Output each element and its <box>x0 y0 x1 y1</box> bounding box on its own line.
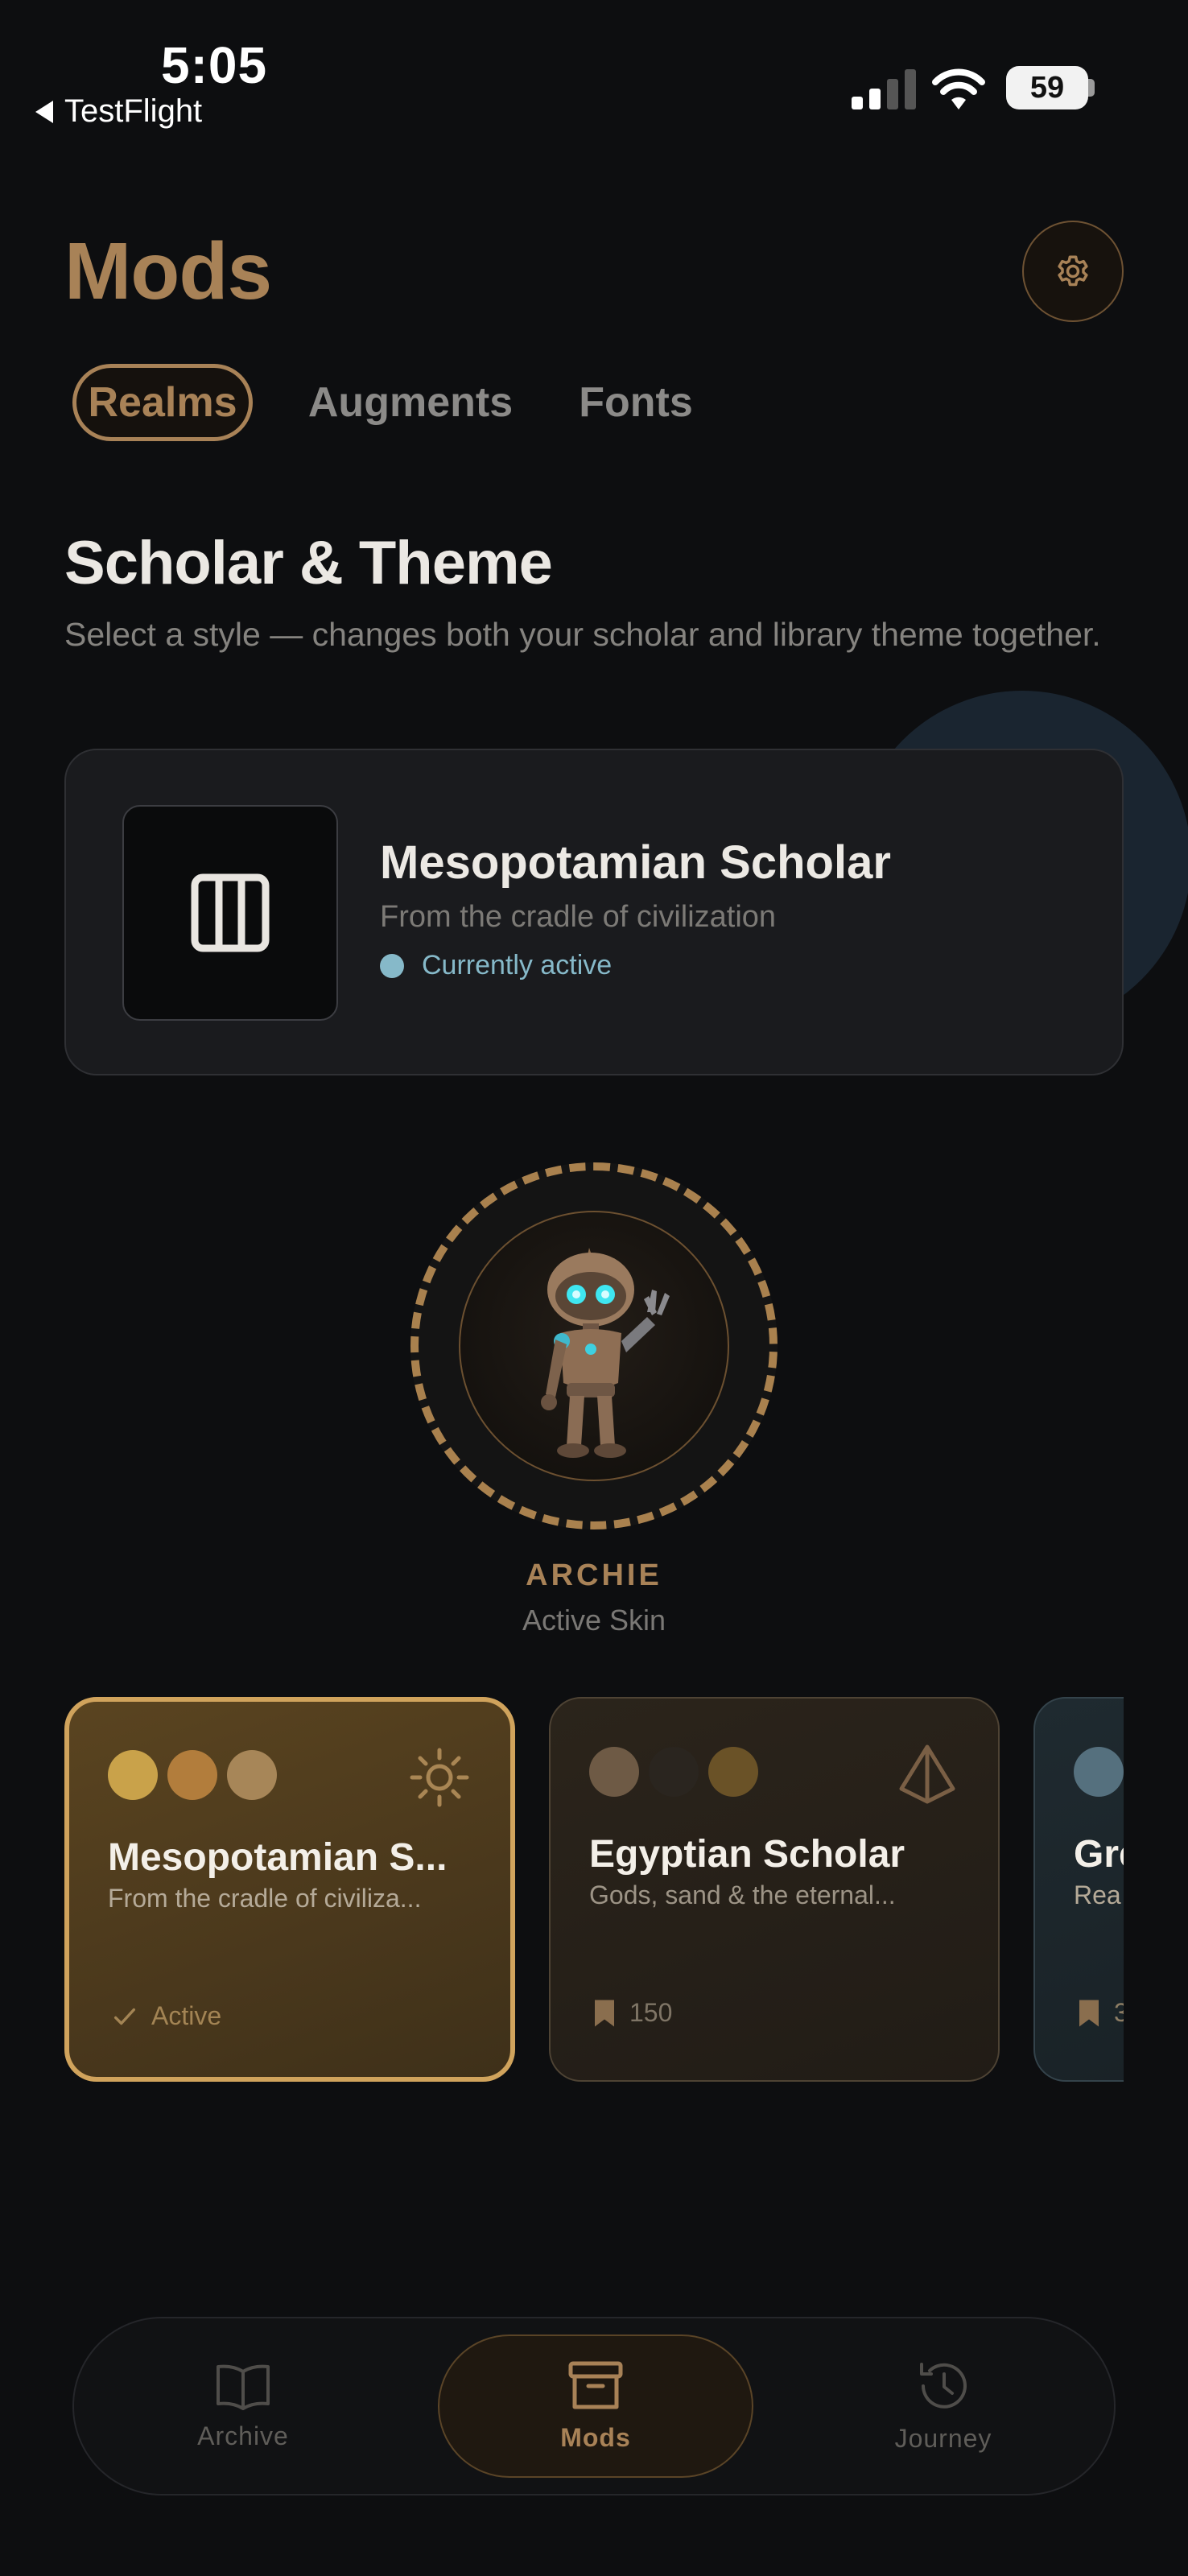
skin-card-mesopotamian[interactable]: Mesopotamian S... From the cradle of civ… <box>64 1697 515 2082</box>
section-title: Scholar & Theme <box>64 529 553 597</box>
skin-cost: 150 <box>592 1998 672 2028</box>
tab-augments[interactable]: Augments <box>298 364 523 441</box>
skin-carousel[interactable]: Mesopotamian S... From the cradle of civ… <box>64 1697 1124 2085</box>
avatar-subtitle: Active Skin <box>522 1604 666 1637</box>
checkmark-icon <box>113 2008 136 2025</box>
active-status-dot <box>380 953 404 978</box>
palette-dot <box>167 1750 217 1800</box>
skin-cost-label: 150 <box>629 1998 673 2027</box>
palette-dot <box>589 1747 639 1797</box>
skin-title: Egyptian Scholar <box>589 1833 905 1876</box>
avatar <box>459 1211 729 1481</box>
nav-archive-label: Archive <box>197 2421 289 2450</box>
sun-icon <box>410 1748 469 1807</box>
nav-mods[interactable]: Mods <box>438 2334 753 2478</box>
current-theme-name: Mesopotamian Scholar <box>380 836 891 889</box>
nav-journey-label: Journey <box>894 2423 992 2453</box>
skin-cost: 3 <box>1077 1998 1124 2028</box>
palette-dot <box>649 1747 699 1797</box>
skin-title: Gre <box>1074 1833 1124 1876</box>
gear-icon <box>1058 255 1088 287</box>
palette-dot <box>708 1747 758 1797</box>
tab-fonts[interactable]: Fonts <box>563 364 708 441</box>
back-app-label: TestFlight <box>64 93 203 129</box>
current-theme-description: From the cradle of civilization <box>380 900 777 934</box>
tab-realms[interactable]: Realms <box>72 364 253 441</box>
avatar-ring[interactable] <box>410 1162 778 1530</box>
nav-journey[interactable]: Journey <box>863 2318 1024 2494</box>
avatar-name: ARCHIE <box>526 1558 662 1592</box>
current-theme-card[interactable]: Mesopotamian Scholar From the cradle of … <box>64 749 1124 1075</box>
book-icon <box>217 2364 270 2410</box>
nav-archive[interactable]: Archive <box>171 2318 316 2494</box>
robot-scholar-icon <box>541 1248 670 1458</box>
current-theme-status: Currently active <box>380 950 612 981</box>
skin-status: Active <box>111 2001 221 2031</box>
palette-dots <box>1074 1747 1124 1797</box>
columns-icon <box>191 873 270 952</box>
bottom-nav: Archive Mods Journey <box>72 2317 1116 2496</box>
skin-description: Gods, sand & the eternal... <box>589 1880 896 1909</box>
skin-status-label: Active <box>151 2001 222 2030</box>
skin-cost-label: 3 <box>1114 1998 1124 2027</box>
wifi-icon <box>932 68 985 109</box>
back-arrow-icon <box>35 100 53 123</box>
theme-icon-box <box>122 805 338 1021</box>
cellular-signal-icon <box>852 68 916 109</box>
skin-card-greek[interactable]: Gre Rea 3 <box>1033 1697 1124 2082</box>
page-title: Mods <box>64 226 272 316</box>
skin-description: From the cradle of civiliza... <box>108 1884 422 1913</box>
bookmark-icon <box>1079 2000 1099 2026</box>
battery-indicator: 59 <box>1006 66 1088 109</box>
skin-title: Mesopotamian S... <box>108 1836 448 1879</box>
active-status-label: Currently active <box>422 950 613 980</box>
palette-dot <box>108 1750 158 1800</box>
status-time: 5:05 <box>161 36 268 94</box>
skin-description: Rea <box>1074 1880 1121 1909</box>
palette-dots <box>589 1747 758 1797</box>
back-to-testflight[interactable]: TestFlight <box>35 93 202 130</box>
palette-dot <box>227 1750 277 1800</box>
settings-button[interactable] <box>1022 221 1124 322</box>
section-subtitle: Select a style — changes both your schol… <box>64 616 1101 653</box>
archive-box-icon <box>568 2361 623 2409</box>
history-icon <box>920 2362 967 2409</box>
skin-card-egyptian[interactable]: Egyptian Scholar Gods, sand & the eterna… <box>549 1697 1000 2082</box>
bookmark-icon <box>595 2000 614 2026</box>
nav-mods-label: Mods <box>560 2422 631 2452</box>
pyramid-icon <box>899 1744 955 1804</box>
palette-dots <box>108 1750 277 1800</box>
palette-dot <box>1074 1747 1124 1797</box>
battery-nub <box>1088 79 1095 97</box>
